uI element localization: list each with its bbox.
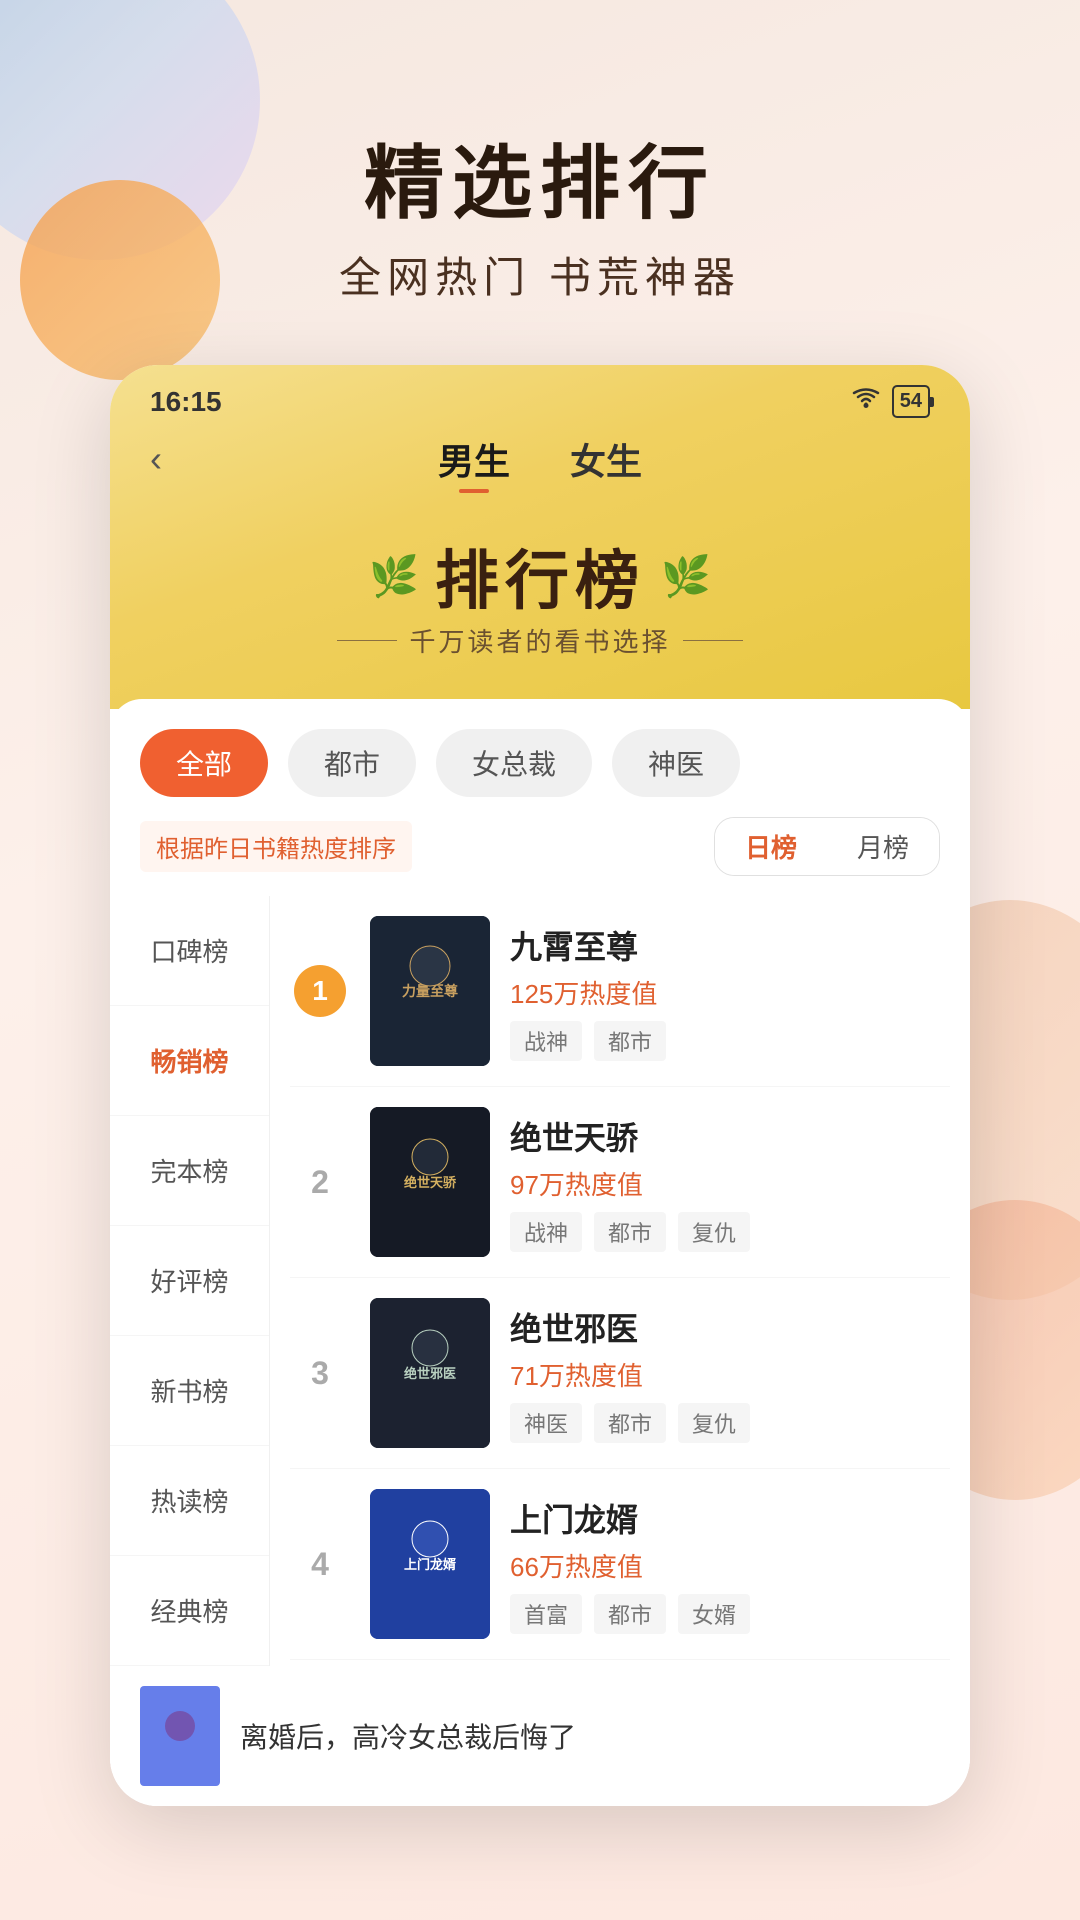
tag-dushi-4: 都市 [594,1594,666,1634]
rank-badge-1: 1 [290,965,350,1017]
tag-dushi-3: 都市 [594,1403,666,1443]
book-tags-1: 战神 都市 [510,1021,950,1061]
book-info-4: 上门龙婿 66万热度值 首富 都市 女婿 [510,1495,950,1634]
filter-dushi[interactable]: 都市 [288,729,416,797]
banner-subtitle-line: 千万读者的看书选择 [150,622,930,659]
banner-subtitle: 千万读者的看书选择 [409,622,670,659]
page-title-sub: 全网热门 书荒神器 [0,244,1080,305]
tag-zhanshen: 战神 [510,1021,582,1061]
sidebar-item-redu[interactable]: 热读榜 [110,1446,269,1556]
rank-badge-3: 3 [290,1355,350,1392]
sidebar-item-jingdian[interactable]: 经典榜 [110,1556,269,1666]
sort-tabs: 日榜 月榜 [714,817,940,876]
peek-cover [140,1686,220,1786]
sidebar-item-wanben[interactable]: 完本榜 [110,1116,269,1226]
banner-main-text: 排行榜 [435,530,645,622]
leaf-right-icon: 🌿 [661,553,711,600]
battery-indicator: 54 [892,385,930,418]
book-cover-4: 上门龙婿 [370,1489,490,1639]
book-cover-image-4: 上门龙婿 [370,1489,490,1639]
banner-dash-left [337,640,397,641]
phone-bottom-section: 全部 都市 女总裁 神医 根据昨日书籍热度排序 日榜 月榜 口碑榜 畅销榜 完本… [110,699,970,1806]
book-info-1: 九霄至尊 125万热度值 战神 都市 [510,922,950,1061]
content-area: 口碑榜 畅销榜 完本榜 好评榜 新书榜 热读榜 经典榜 1 [110,896,970,1666]
svg-text:绝世邪医: 绝世邪医 [404,1366,456,1381]
book-heat-3: 71万热度值 [510,1356,950,1393]
ranking-banner-title: 🌿 排行榜 🌿 [150,530,930,622]
sort-tab-day[interactable]: 日榜 [715,818,827,875]
wifi-icon [852,387,880,416]
tab-male[interactable]: 男生 [438,433,510,485]
book-item-1[interactable]: 1 力量至尊 九霄至尊 125万热度值 [290,896,950,1087]
book-cover-image-3: 绝世邪医 [370,1298,490,1448]
rank-number-1: 1 [294,965,346,1017]
phone-mockup: 16:15 54 ‹ 男生 [110,365,970,1806]
book-tags-3: 神医 都市 复仇 [510,1403,950,1443]
sidebar-item-xinshu[interactable]: 新书榜 [110,1336,269,1446]
status-icons: 54 [852,385,930,418]
back-button[interactable]: ‹ [150,438,162,480]
book-heat-4: 66万热度值 [510,1547,950,1584]
book-cover-2: 绝世天骄 [370,1107,490,1257]
filter-shenyi[interactable]: 神医 [612,729,740,797]
sidebar-item-chanxiaobang[interactable]: 畅销榜 [110,1006,269,1116]
sort-hint: 根据昨日书籍热度排序 [140,821,412,872]
page-title-main: 精选排行 [0,140,1080,228]
page-header: 精选排行 全网热门 书荒神器 [0,0,1080,365]
tag-fuchou-2: 复仇 [678,1212,750,1252]
book-cover-image-1: 力量至尊 [370,916,490,1066]
book-cover-3: 绝世邪医 [370,1298,490,1448]
phone-nav: ‹ 男生 女生 [110,428,970,500]
phone-top-section: 16:15 54 ‹ 男生 [110,365,970,709]
book-title-3: 绝世邪医 [510,1304,950,1350]
book-list: 1 力量至尊 九霄至尊 125万热度值 [270,896,970,1666]
tag-dushi-2: 都市 [594,1212,666,1252]
sort-row: 根据昨日书籍热度排序 日榜 月榜 [110,797,970,896]
book-info-3: 绝世邪医 71万热度值 神医 都市 复仇 [510,1304,950,1443]
leaf-left-icon: 🌿 [369,553,419,600]
book-title-1: 九霄至尊 [510,922,950,968]
book-title-2: 绝世天骄 [510,1113,950,1159]
book-info-2: 绝世天骄 97万热度值 战神 都市 复仇 [510,1113,950,1252]
sidebar: 口碑榜 畅销榜 完本榜 好评榜 新书榜 热读榜 经典榜 [110,896,270,1666]
svg-text:上门龙婿: 上门龙婿 [404,1557,457,1572]
svg-text:绝世天骄: 绝世天骄 [404,1175,457,1190]
book-item-3[interactable]: 3 绝世邪医 绝世邪医 71万热度值 [290,1278,950,1469]
tag-fuchou-3: 复仇 [678,1403,750,1443]
rank-badge-4: 4 [290,1546,350,1583]
book-tags-2: 战神 都市 复仇 [510,1212,950,1252]
peek-item[interactable]: 离婚后，高冷女总裁后悔了 [110,1666,970,1806]
tag-zhanshen-2: 战神 [510,1212,582,1252]
book-heat-1: 125万热度值 [510,974,950,1011]
rank-number-2: 2 [311,1164,329,1200]
tag-dushi: 都市 [594,1021,666,1061]
tag-shoufu-4: 首富 [510,1594,582,1634]
tab-female[interactable]: 女生 [570,433,642,485]
book-title-4: 上门龙婿 [510,1495,950,1541]
filter-row: 全部 都市 女总裁 神医 [110,699,970,797]
banner-dash-right [683,640,743,641]
rank-badge-2: 2 [290,1164,350,1201]
ranking-banner: 🌿 排行榜 🌿 千万读者的看书选择 [110,500,970,669]
rank-number-3: 3 [311,1355,329,1391]
filter-nvzongcai[interactable]: 女总裁 [436,729,592,797]
status-time: 16:15 [150,386,222,418]
book-heat-2: 97万热度值 [510,1165,950,1202]
book-item-4[interactable]: 4 上门龙婿 上门龙婿 66万热度值 [290,1469,950,1660]
sidebar-item-haoping[interactable]: 好评榜 [110,1226,269,1336]
book-item-2[interactable]: 2 绝世天骄 绝世天骄 97万热度值 [290,1087,950,1278]
tag-shenyi-3: 神医 [510,1403,582,1443]
tag-nuxu-4: 女婿 [678,1594,750,1634]
book-cover-image-2: 绝世天骄 [370,1107,490,1257]
sidebar-item-koubeibang[interactable]: 口碑榜 [110,896,269,1006]
status-bar: 16:15 54 [110,365,970,428]
rank-number-4: 4 [311,1546,329,1582]
nav-tabs: 男生 女生 [438,433,642,485]
peek-text: 离婚后，高冷女总裁后悔了 [240,1716,576,1756]
filter-all[interactable]: 全部 [140,729,268,797]
book-tags-4: 首富 都市 女婿 [510,1594,950,1634]
book-cover-1: 力量至尊 [370,916,490,1066]
sort-tab-month[interactable]: 月榜 [827,818,939,875]
